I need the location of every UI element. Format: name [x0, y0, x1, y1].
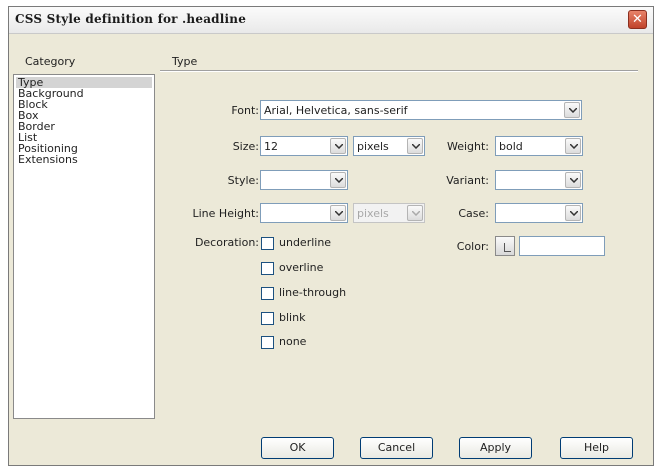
- color-picker-icon[interactable]: [495, 236, 515, 256]
- color-input[interactable]: [519, 236, 605, 256]
- none-label: none: [279, 335, 307, 348]
- overline-checkbox[interactable]: [261, 262, 274, 275]
- weight-select[interactable]: bold: [495, 136, 583, 156]
- size-label: Size:: [232, 140, 259, 153]
- style-select[interactable]: [260, 170, 348, 190]
- cancel-button[interactable]: Cancel: [360, 437, 433, 459]
- blink-checkbox[interactable]: [261, 312, 274, 325]
- apply-button[interactable]: Apply: [459, 437, 532, 459]
- line-height-unit-select: pixels: [353, 203, 425, 223]
- chevron-down-icon[interactable]: [330, 138, 346, 154]
- close-icon[interactable]: ✕: [628, 10, 647, 29]
- size-unit-select[interactable]: pixels: [353, 136, 425, 156]
- chevron-down-icon[interactable]: [564, 102, 580, 118]
- font-label: Font:: [231, 104, 259, 117]
- font-value: Arial, Helvetica, sans-serif: [264, 104, 408, 117]
- line-height-unit-value: pixels: [357, 207, 389, 220]
- color-label: Color:: [456, 240, 489, 253]
- variant-label: Variant:: [446, 174, 489, 187]
- underline-checkbox[interactable]: [261, 237, 274, 250]
- variant-select[interactable]: [495, 170, 583, 190]
- size-value: 12: [264, 140, 278, 153]
- chevron-down-icon[interactable]: [330, 172, 346, 188]
- case-label: Case:: [458, 207, 489, 220]
- size-combo[interactable]: 12: [260, 136, 348, 156]
- overline-label: overline: [279, 261, 324, 274]
- case-select[interactable]: [495, 203, 583, 223]
- ok-button[interactable]: OK: [261, 437, 334, 459]
- underline-label: underline: [279, 236, 332, 249]
- chevron-down-icon[interactable]: [565, 172, 581, 188]
- panel-divider: [160, 70, 638, 72]
- line-height-label: Line Height:: [192, 207, 260, 220]
- line-height-combo[interactable]: [260, 203, 348, 223]
- title-bar: CSS Style definition for .headline ✕: [9, 7, 653, 34]
- font-select[interactable]: Arial, Helvetica, sans-serif: [260, 100, 582, 120]
- weight-label: Weight:: [446, 140, 489, 153]
- category-item-extensions[interactable]: Extensions: [18, 154, 78, 165]
- chevron-down-icon: [407, 205, 423, 221]
- decoration-label: Decoration:: [194, 236, 259, 249]
- chevron-down-icon[interactable]: [565, 138, 581, 154]
- panel-header: Type: [172, 55, 198, 68]
- size-unit-value: pixels: [357, 140, 389, 153]
- category-header: Category: [25, 55, 76, 68]
- none-checkbox[interactable]: [261, 336, 274, 349]
- help-button[interactable]: Help: [560, 437, 633, 459]
- line-through-label: line-through: [279, 286, 347, 299]
- style-label: Style:: [227, 174, 259, 187]
- dialog-title: CSS Style definition for .headline: [15, 12, 247, 26]
- weight-value: bold: [499, 140, 523, 153]
- chevron-down-icon[interactable]: [565, 205, 581, 221]
- chevron-down-icon[interactable]: [407, 138, 423, 154]
- line-through-checkbox[interactable]: [261, 287, 274, 300]
- chevron-down-icon[interactable]: [330, 205, 346, 221]
- blink-label: blink: [279, 311, 306, 324]
- category-list[interactable]: Type Background Block Box Border List Po…: [13, 74, 155, 419]
